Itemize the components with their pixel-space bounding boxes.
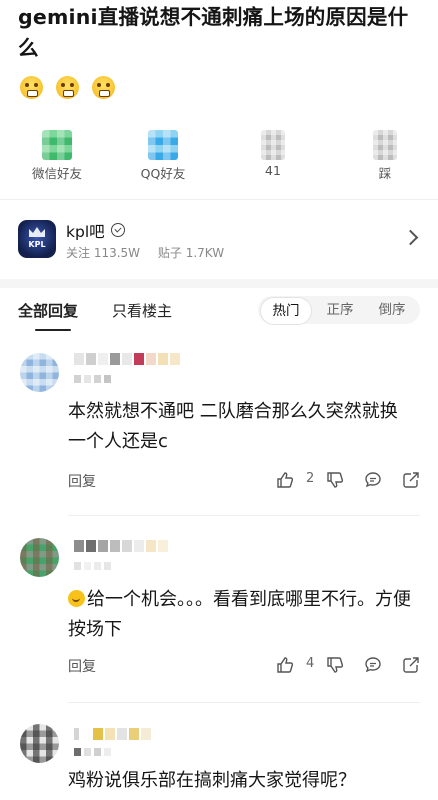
face-emoji-icon: [20, 76, 43, 99]
thumbs-up-icon[interactable]: [276, 656, 294, 674]
reply-button[interactable]: 回复: [68, 656, 96, 676]
post-title: gemini直播说想不通刺痛上场的原因是什么: [18, 5, 409, 60]
comment-meta-blurred: [74, 748, 111, 758]
emoji-row: [20, 76, 115, 99]
share-qq-label: QQ好友: [140, 166, 186, 181]
like-count-label: 41: [265, 163, 281, 178]
comment-text-content: 给一个机会。。。看看到底哪里不行。方便按场下: [68, 589, 411, 640]
dislike-post-button[interactable]: 踩: [340, 123, 430, 182]
comment-text: 鸡粉说俱乐部在搞刺痛大家觉得呢？: [68, 770, 356, 791]
face-emoji-icon: [56, 76, 79, 99]
reply-button[interactable]: 回复: [68, 471, 96, 491]
avatar[interactable]: [20, 724, 59, 763]
like-icon: [261, 130, 285, 160]
share-qq-button[interactable]: QQ好友: [118, 123, 208, 182]
username-blurred[interactable]: [74, 353, 180, 367]
thumbs-up-icon[interactable]: [276, 471, 294, 489]
crown-icon: [29, 227, 45, 237]
share-icon[interactable]: [402, 656, 420, 674]
wechat-icon: [42, 130, 72, 160]
qq-icon: [148, 130, 178, 160]
comment-bubble-icon[interactable]: [364, 471, 382, 489]
share-wechat-button[interactable]: 微信好友: [12, 123, 102, 182]
forum-posts: 贴子 1.7KW: [157, 246, 225, 260]
smile-emoji-icon: [68, 590, 85, 607]
face-emoji-icon: [92, 76, 115, 99]
comment-meta-blurred: [74, 375, 111, 385]
sort-toggle: 热门 正序 倒序: [258, 296, 420, 325]
like-count: 2: [306, 471, 315, 486]
comment-text: 本然就想不通吧 二队磨合那么久突然就换一个人还是c: [68, 401, 398, 452]
comment-text: 给一个机会。。。看看到底哪里不行。方便按场下: [68, 585, 413, 645]
comment-bubble-icon[interactable]: [364, 656, 382, 674]
divider: [0, 199, 438, 200]
username-blurred[interactable]: [74, 728, 151, 742]
divider: [68, 702, 420, 703]
sort-hot-button[interactable]: 热门: [260, 297, 312, 325]
share-icon[interactable]: [402, 471, 420, 489]
thumbs-down-icon[interactable]: [326, 656, 344, 674]
forum-name: kpl吧: [66, 223, 105, 241]
avatar[interactable]: [20, 353, 59, 392]
sort-asc-button[interactable]: 正序: [316, 296, 364, 324]
forum-logo-text: KPL: [28, 240, 46, 249]
divider: [68, 515, 420, 516]
active-tab-indicator: [35, 329, 71, 331]
tab-all-replies[interactable]: 全部回复: [18, 300, 78, 321]
tab-host-only[interactable]: 只看楼主: [112, 300, 172, 321]
dislike-icon: [373, 130, 397, 160]
thumbs-down-icon[interactable]: [326, 471, 344, 489]
dislike-label: 踩: [378, 166, 392, 181]
section-gap: [0, 279, 438, 288]
chevron-right-icon: [402, 229, 419, 246]
avatar[interactable]: [20, 538, 59, 577]
like-post-button[interactable]: 41: [228, 123, 318, 178]
share-row: 微信好友 QQ好友 41 踩: [0, 123, 438, 187]
forum-logo: KPL: [18, 220, 56, 258]
comment-actions: 4: [276, 656, 422, 674]
share-wechat-label: 微信好友: [31, 166, 82, 181]
forum-followers: 关注 113.5W: [66, 246, 141, 260]
verified-badge-icon: [111, 223, 125, 237]
forum-stats: 关注 113.5W 贴子 1.7KW: [66, 244, 238, 261]
comment-meta-blurred: [74, 562, 111, 572]
forum-card[interactable]: KPL kpl吧 关注 113.5W 贴子 1.7KW: [0, 210, 438, 268]
sort-desc-button[interactable]: 倒序: [368, 296, 416, 324]
username-blurred[interactable]: [74, 540, 168, 554]
comment-actions: 2: [276, 471, 422, 489]
like-count: 4: [306, 656, 315, 671]
